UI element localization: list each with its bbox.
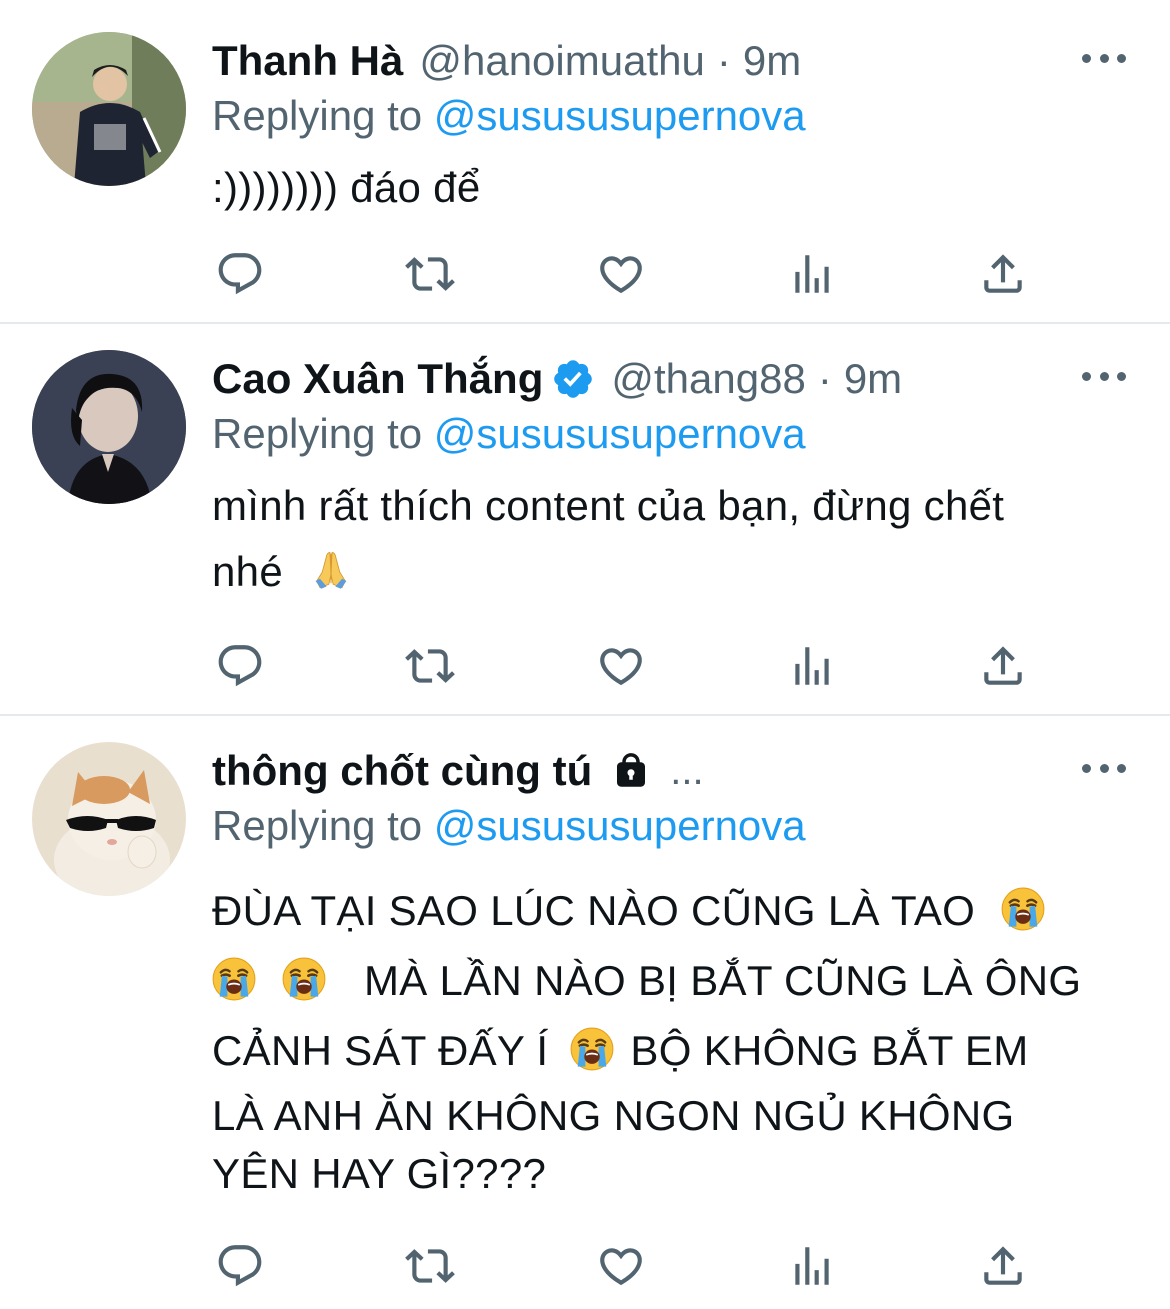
retweet-icon[interactable] <box>402 1238 458 1294</box>
mention-link[interactable]: @susususupernova <box>434 92 806 139</box>
like-icon[interactable] <box>593 1238 649 1294</box>
tweet-text-line: BỘ KHÔNG BẮT EM <box>630 1027 1029 1074</box>
retweet-icon[interactable] <box>402 246 458 302</box>
tweet-card[interactable]: Thanh Hà @hanoimuathu · 9m Replying to @… <box>0 0 1170 322</box>
display-name[interactable]: Thanh Hà <box>212 37 403 85</box>
analytics-icon[interactable] <box>784 1238 840 1294</box>
replying-to: Replying to @susususupernova <box>212 802 806 850</box>
replying-to-label: Replying to <box>212 802 423 849</box>
share-icon[interactable] <box>975 246 1031 302</box>
avatar[interactable] <box>32 32 186 186</box>
replying-to-label: Replying to <box>212 410 423 457</box>
reply-icon[interactable] <box>212 246 268 302</box>
mention-link[interactable]: @susususupernova <box>434 410 806 457</box>
tweet-text-line: mình rất thích content của bạn, đừng chế… <box>212 482 1005 529</box>
tweet-card[interactable]: Cao Xuân Thắng @thang88 · 9m Replying to… <box>0 324 1170 714</box>
loudly-crying-face-emoji <box>282 957 326 1001</box>
truncation-ellipsis: ... <box>670 748 704 793</box>
folded-hands-emoji <box>309 548 353 592</box>
reply-icon[interactable] <box>212 638 268 694</box>
analytics-icon[interactable] <box>784 638 840 694</box>
tweet-text: mình rất thích content của bạn, đừng chế… <box>212 474 1142 604</box>
action-bar <box>212 1238 1042 1294</box>
tweet-text: :)))))))) đáo để <box>212 164 481 211</box>
timestamp[interactable]: 9m <box>743 37 801 85</box>
tweet-text: ĐÙA TẠI SAO LÚC NÀO CŨNG LÀ TAO MÀ LẦN N… <box>212 876 1152 1202</box>
tweet-text-line: nhé <box>212 548 283 595</box>
like-icon[interactable] <box>593 246 649 302</box>
tweet-text-line: ĐÙA TẠI SAO LÚC NÀO CŨNG LÀ TAO <box>212 887 976 934</box>
handle[interactable]: @thang88 <box>611 355 805 403</box>
lock-icon <box>610 750 652 792</box>
replying-to-label: Replying to <box>212 92 423 139</box>
like-icon[interactable] <box>593 638 649 694</box>
more-options-icon[interactable] <box>1082 758 1126 778</box>
action-bar <box>212 638 1042 694</box>
replying-to: Replying to @susususupernova <box>212 410 806 458</box>
reply-icon[interactable] <box>212 1238 268 1294</box>
tweet-text-line: MÀ LẦN NÀO BỊ BẮT CŨNG LÀ ÔNG <box>363 957 1082 1004</box>
loudly-crying-face-emoji <box>212 957 256 1001</box>
loudly-crying-face-emoji <box>570 1027 614 1071</box>
share-icon[interactable] <box>975 638 1031 694</box>
action-bar <box>212 246 1042 302</box>
retweet-icon[interactable] <box>402 638 458 694</box>
share-icon[interactable] <box>975 1238 1031 1294</box>
separator: · <box>817 355 832 402</box>
mention-link[interactable]: @susususupernova <box>434 802 806 849</box>
loudly-crying-face-emoji <box>1001 887 1045 931</box>
more-options-icon[interactable] <box>1082 48 1126 68</box>
avatar[interactable] <box>32 742 186 896</box>
verified-badge-icon <box>551 357 595 401</box>
avatar[interactable] <box>32 350 186 504</box>
replying-to: Replying to @susususupernova <box>212 92 806 140</box>
tweet-text-line: CẢNH SÁT ĐẤY Í <box>212 1027 549 1074</box>
display-name[interactable]: Cao Xuân Thắng <box>212 355 543 403</box>
timestamp[interactable]: 9m <box>844 355 902 403</box>
tweet-text-line: LÀ ANH ĂN KHÔNG NGON NGỦ KHÔNG <box>212 1092 1015 1139</box>
tweet-text-line: YÊN HAY GÌ???? <box>212 1150 547 1197</box>
display-name[interactable]: thông chốt cùng tú <box>212 747 592 795</box>
separator: · <box>716 37 731 84</box>
more-options-icon[interactable] <box>1082 366 1126 386</box>
analytics-icon[interactable] <box>784 246 840 302</box>
handle[interactable]: @hanoimuathu <box>419 37 705 85</box>
tweet-card[interactable]: thông chốt cùng tú ... Replying to @susu… <box>0 716 1170 1309</box>
